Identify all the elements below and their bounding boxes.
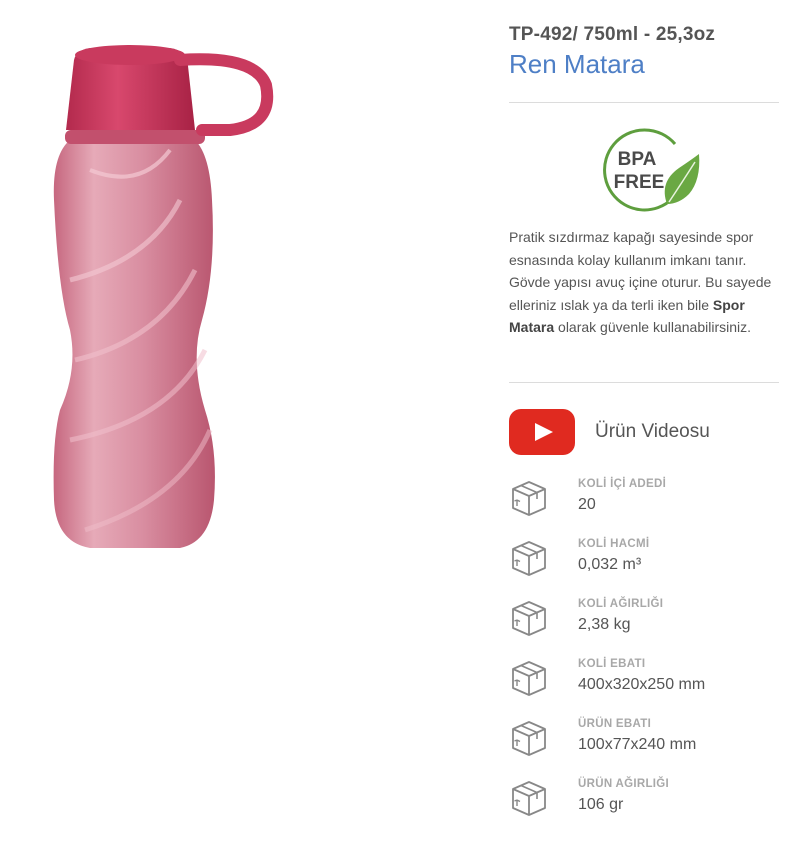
badge-line2: FREE xyxy=(614,172,665,193)
badge-line1: BPA xyxy=(618,149,657,170)
spec-item: ÜRÜN AĞIRLIĞI 106 gr xyxy=(509,772,779,832)
divider xyxy=(509,102,779,103)
spec-item: ÜRÜN EBATI 100x77x240 mm xyxy=(509,712,779,772)
spec-item: KOLİ İÇİ ADEDİ 20 xyxy=(509,472,779,532)
divider xyxy=(509,382,779,383)
box-icon xyxy=(509,658,549,698)
spec-value: 20 xyxy=(578,496,596,513)
product-image xyxy=(53,45,274,548)
spec-value: 400x320x250 mm xyxy=(578,676,706,693)
spec-item: KOLİ AĞIRLIĞI 2,38 kg xyxy=(509,592,779,652)
product-title: Ren Matara xyxy=(509,49,645,79)
spec-label: KOLİ İÇİ ADEDİ xyxy=(578,478,667,490)
youtube-play-icon xyxy=(509,409,575,455)
spec-label: ÜRÜN AĞIRLIĞI xyxy=(578,778,669,790)
spec-item: KOLİ HACMİ 0,032 m³ xyxy=(509,532,779,592)
spec-list: KOLİ İÇİ ADEDİ 20 KOLİ HACMİ 0,032 m³ KOLİ A… xyxy=(509,472,779,832)
spec-label: KOLİ HACMİ xyxy=(578,538,650,550)
video-label: Ürün Videosu xyxy=(595,421,710,442)
spec-label: KOLİ EBATI xyxy=(578,658,646,670)
description-text-end: olarak güvenle kullanabilirsiniz. xyxy=(554,319,752,335)
leaf-icon xyxy=(664,154,700,204)
box-icon xyxy=(509,598,549,638)
spec-label: ÜRÜN EBATI xyxy=(578,718,652,730)
spec-value: 2,38 kg xyxy=(578,616,631,633)
box-icon xyxy=(509,718,549,758)
product-video-link[interactable]: Ürün Videosu xyxy=(509,408,710,456)
box-icon xyxy=(509,538,549,578)
spec-value: 106 gr xyxy=(578,796,624,813)
box-icon xyxy=(509,778,549,818)
spec-value: 0,032 m³ xyxy=(578,556,642,573)
box-icon xyxy=(509,478,549,518)
product-code: TP-492/ 750ml - 25,3oz xyxy=(509,24,716,45)
spec-label: KOLİ AĞIRLIĞI xyxy=(578,598,664,610)
spec-value: 100x77x240 mm xyxy=(578,736,697,753)
product-description: Pratik sızdırmaz kapağı sayesinde spor e… xyxy=(509,226,779,339)
spec-item: KOLİ EBATI 400x320x250 mm xyxy=(509,652,779,712)
bpa-free-badge: BPA FREE xyxy=(603,128,700,212)
